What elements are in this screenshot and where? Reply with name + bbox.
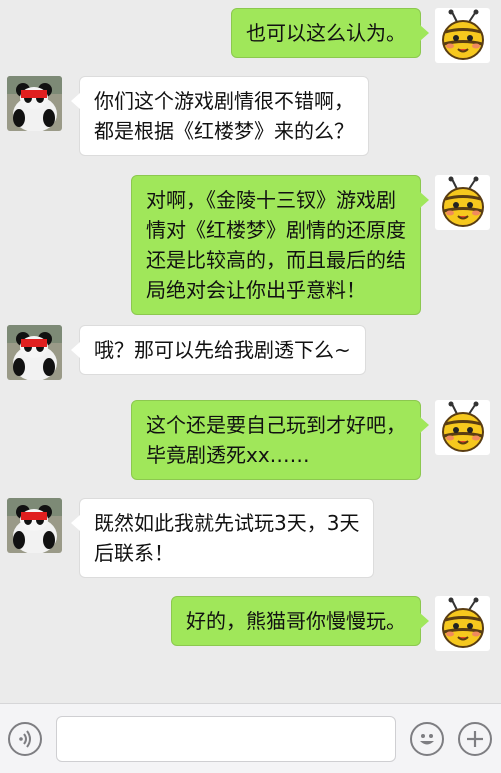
- panda-avatar[interactable]: [7, 76, 62, 131]
- chat-area[interactable]: 也可以这么认为。 你们这个游戏剧情很不错啊， 都是根据《红楼梦》来的么？ 对啊，…: [0, 0, 501, 703]
- bee-avatar-image: [435, 175, 490, 230]
- bee-avatar-image: [435, 596, 490, 651]
- message-bubble-sent[interactable]: 对啊，《金陵十三钗》游戏剧 情对《红楼梦》剧情的还原度 还是比较高的，而且最后的…: [131, 175, 429, 315]
- bee-avatar[interactable]: [435, 175, 490, 230]
- input-bar: [0, 703, 501, 773]
- message-bubble-sent[interactable]: 也可以这么认为。: [231, 8, 429, 58]
- bee-avatar[interactable]: [435, 8, 490, 63]
- panda-avatar[interactable]: [7, 498, 62, 553]
- bee-avatar[interactable]: [435, 596, 490, 651]
- panda-avatar-image: [7, 76, 62, 131]
- bee-avatar-image: [435, 8, 490, 63]
- panda-avatar-image: [7, 325, 62, 380]
- message-bubble-sent[interactable]: 这个还是要自己玩到才好吧， 毕竟剧透死xx……: [131, 400, 429, 480]
- message-bubble-received[interactable]: 既然如此我就先试玩3天，3天 后联系！: [70, 498, 375, 578]
- bee-avatar-image: [435, 400, 490, 455]
- panda-avatar[interactable]: [7, 325, 62, 380]
- message-bubble-received[interactable]: 哦？那可以先给我剧透下么~: [71, 325, 366, 375]
- plus-icon[interactable]: [458, 722, 492, 756]
- message-bubble-received[interactable]: 你们这个游戏剧情很不错啊， 都是根据《红楼梦》来的么？: [71, 76, 369, 156]
- voice-icon[interactable]: [8, 722, 42, 756]
- message-bubble-sent[interactable]: 好的，熊猫哥你慢慢玩。: [171, 596, 429, 646]
- emoji-icon[interactable]: [410, 722, 444, 756]
- message-input[interactable]: [56, 716, 396, 762]
- bee-avatar[interactable]: [435, 400, 490, 455]
- panda-avatar-image: [7, 498, 62, 553]
